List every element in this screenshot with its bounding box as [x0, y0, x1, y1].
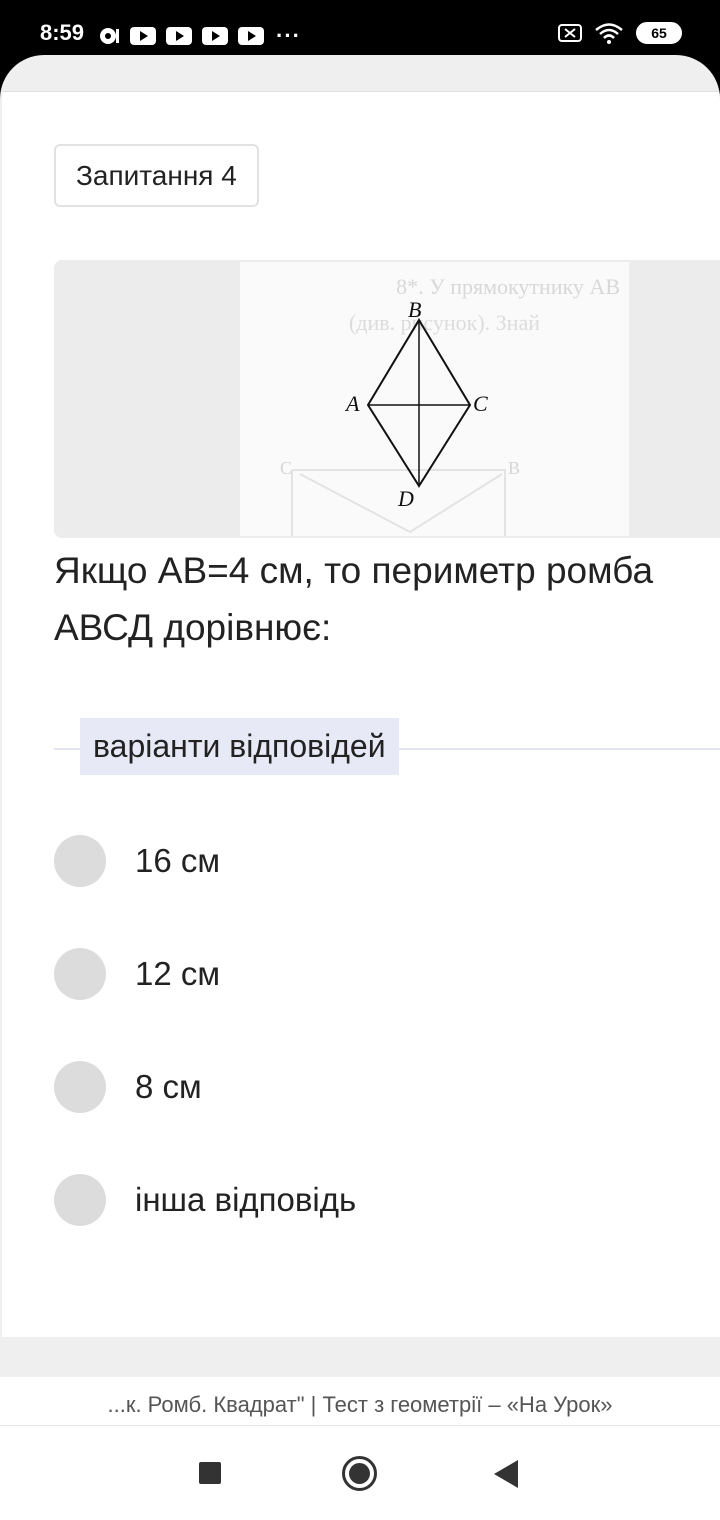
vertex-label-b: B	[408, 297, 421, 322]
radio-button[interactable]	[54, 1061, 106, 1113]
radio-button[interactable]	[54, 948, 106, 1000]
system-icons: 65	[558, 22, 682, 44]
radio-button[interactable]	[54, 835, 106, 887]
question-number-badge: Запитання 4	[54, 144, 259, 207]
vertex-label-a: A	[344, 391, 360, 416]
status-bar: 8:59 ··· 65	[0, 0, 720, 62]
youtube-notification-icon	[238, 27, 264, 45]
vertex-label-c: C	[473, 391, 488, 416]
answer-option-label: 16 см	[135, 842, 221, 879]
youtube-notification-icon	[130, 27, 156, 45]
battery-icon: 65	[636, 22, 682, 44]
more-notifications-icon: ···	[276, 23, 301, 48]
question-card: Запитання 4 8*. У прямокутнику АВ (див. …	[2, 91, 720, 1337]
music-notification-icon	[100, 28, 119, 44]
browser-title-bar[interactable]: ...к. Ромб. Квадрат" | Тест з геометрії …	[0, 1377, 720, 1425]
youtube-notification-icon	[202, 27, 228, 45]
no-sim-icon	[558, 24, 582, 42]
answer-option[interactable]: 8 см	[54, 1061, 202, 1113]
navigation-bar	[0, 1425, 720, 1520]
recent-apps-icon[interactable]	[199, 1462, 221, 1484]
question-text: Якщо АВ=4 см, то периметр ромба АВСД дор…	[54, 550, 654, 648]
question-image-container: 8*. У прямокутнику АВ (див. рисунок). Зн…	[54, 260, 720, 538]
notification-icons: ···	[98, 23, 301, 49]
answer-option-label: 8 см	[135, 1068, 202, 1105]
faint-scan-label: C	[280, 458, 292, 478]
answer-option[interactable]: 12 см	[54, 948, 220, 1000]
radio-button[interactable]	[54, 1174, 106, 1226]
wifi-icon	[595, 23, 623, 44]
answer-option[interactable]: 16 см	[54, 835, 220, 887]
faint-scan-label: B	[508, 458, 520, 478]
answers-section-label: варіанти відповідей	[80, 718, 399, 775]
rhombus-figure: 8*. У прямокутнику АВ (див. рисунок). Зн…	[240, 262, 629, 536]
home-icon[interactable]	[342, 1456, 377, 1491]
faint-scan-text: 8*. У прямокутнику АВ	[396, 274, 620, 299]
youtube-notification-icon	[166, 27, 192, 45]
answer-option-label: 12 см	[135, 955, 221, 992]
page-frame: Запитання 4 8*. У прямокутнику АВ (див. …	[0, 55, 720, 1425]
back-icon[interactable]	[494, 1460, 518, 1488]
answer-option-label: інша відповідь	[135, 1181, 357, 1218]
rhombus-diagram: 8*. У прямокутнику АВ (див. рисунок). Зн…	[280, 274, 620, 536]
status-time: 8:59	[40, 20, 85, 45]
vertex-label-d: D	[397, 486, 414, 511]
faint-scan-text: (див. рисунок). Знай	[349, 310, 540, 335]
answer-option[interactable]: інша відповідь	[54, 1174, 356, 1226]
